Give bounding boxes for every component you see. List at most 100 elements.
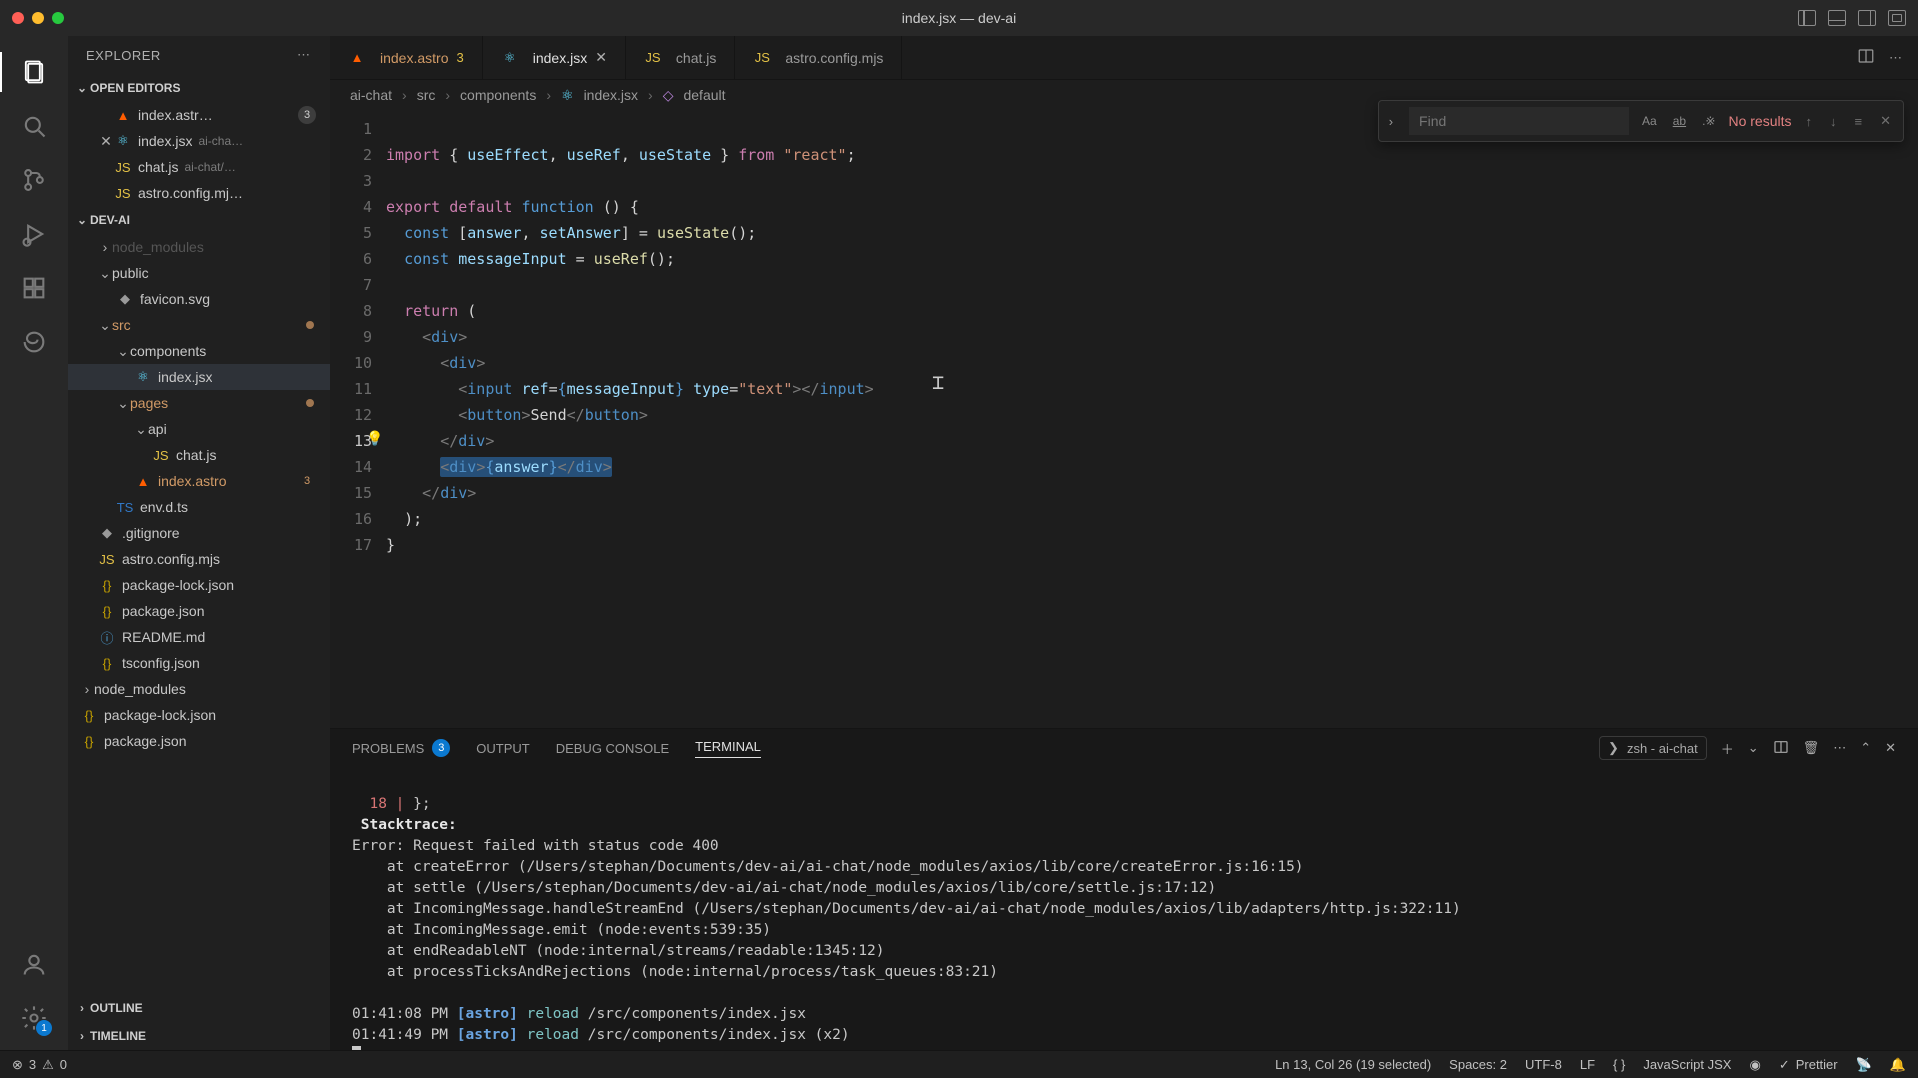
kill-terminal-icon[interactable]: 🗑 — [1803, 740, 1820, 756]
tree-item-file[interactable]: ▲ index.astro 3 — [68, 468, 330, 494]
close-tab-icon[interactable]: ✕ — [595, 49, 607, 66]
section-timeline[interactable]: › TIMELINE — [68, 1022, 330, 1050]
tree-item-file[interactable]: {} tsconfig.json — [68, 650, 330, 676]
tree-item-file[interactable]: JS chat.js — [68, 442, 330, 468]
tree-item-file[interactable]: ◆ .gitignore — [68, 520, 330, 546]
close-editor-icon[interactable]: ✕ — [98, 133, 114, 150]
tree-item-folder[interactable]: ⌄ api — [68, 416, 330, 442]
close-window-button[interactable] — [12, 12, 24, 24]
find-whole-word-toggle[interactable]: ab — [1670, 114, 1689, 128]
find-next-button[interactable]: ↓ — [1826, 114, 1841, 129]
open-editor-item[interactable]: ▲ index.astr… 3 — [68, 102, 330, 128]
status-encoding[interactable]: UTF-8 — [1525, 1057, 1562, 1072]
status-indent[interactable]: Spaces: 2 — [1449, 1057, 1507, 1072]
layout-sidebar-left-icon[interactable] — [1798, 10, 1816, 26]
find-input[interactable] — [1409, 107, 1629, 135]
activity-search[interactable] — [10, 102, 58, 150]
tab-index-astro[interactable]: ▲ index.astro 3 — [330, 36, 483, 79]
tree-item-folder[interactable]: ⌄ public — [68, 260, 330, 286]
activity-settings[interactable]: 1 — [10, 994, 58, 1042]
status-language-braces[interactable]: { } — [1613, 1057, 1625, 1072]
find-regex-toggle[interactable]: .※ — [1699, 114, 1718, 128]
tree-item-folder[interactable]: › node_modules — [68, 676, 330, 702]
panel-tab-terminal[interactable]: TERMINAL — [695, 739, 761, 758]
status-eol[interactable]: LF — [1580, 1057, 1595, 1072]
sidebar-more-icon[interactable]: ⋯ — [297, 47, 312, 63]
tab-index-jsx[interactable]: ⚛ index.jsx ✕ — [483, 36, 626, 79]
tab-problems-count: 3 — [456, 50, 463, 65]
tree-item-file[interactable]: {} package.json — [68, 598, 330, 624]
tab-astro-config[interactable]: JS astro.config.mjs — [735, 36, 902, 79]
activity-edge[interactable] — [10, 318, 58, 366]
tree-item-file[interactable]: {} package-lock.json — [68, 572, 330, 598]
panel-tab-output[interactable]: OUTPUT — [476, 741, 529, 756]
find-expand-toggle[interactable]: › — [1383, 114, 1399, 129]
tree-item-file[interactable]: ◆ favicon.svg — [68, 286, 330, 312]
activity-accounts[interactable] — [10, 940, 58, 988]
section-open-editors[interactable]: ⌄ OPEN EDITORS — [68, 74, 330, 102]
status-prettier[interactable]: Prettier — [1779, 1057, 1838, 1073]
tree-item-file[interactable]: JS astro.config.mjs — [68, 546, 330, 572]
activity-source-control[interactable] — [10, 156, 58, 204]
find-close-button[interactable]: ✕ — [1876, 113, 1895, 129]
split-editor-icon[interactable] — [1857, 47, 1875, 68]
panel-more-icon[interactable]: ⋯ — [1833, 740, 1846, 756]
tree-item-folder[interactable]: ⌄ pages — [68, 390, 330, 416]
panel-tab-debug-console[interactable]: DEBUG CONSOLE — [556, 741, 669, 756]
tree-item-file[interactable]: {} package-lock.json — [68, 702, 330, 728]
panel-tab-problems[interactable]: PROBLEMS 3 — [352, 739, 450, 757]
tree-item-file[interactable]: TS env.d.ts — [68, 494, 330, 520]
new-terminal-button[interactable]: ＋ — [1721, 739, 1734, 758]
status-language[interactable]: JavaScript JSX — [1643, 1057, 1731, 1072]
split-terminal-icon[interactable] — [1773, 739, 1789, 758]
activity-explorer[interactable] — [10, 48, 58, 96]
section-project[interactable]: ⌄ DEV-AI — [68, 206, 330, 234]
status-bell-icon[interactable]: 🔔 — [1890, 1057, 1906, 1073]
breadcrumb-segment[interactable]: ai-chat — [350, 87, 392, 103]
status-cursor-position[interactable]: Ln 13, Col 26 (19 selected) — [1275, 1057, 1431, 1072]
tree-item-file[interactable]: ⚛ index.jsx — [68, 364, 330, 390]
tree-item-file[interactable]: ⓘ README.md — [68, 624, 330, 650]
open-editor-item[interactable]: JS chat.js ai-chat/… — [68, 154, 330, 180]
breadcrumb-segment[interactable]: components — [460, 87, 536, 103]
open-editor-item[interactable]: ✕ ⚛ index.jsx ai-cha… — [68, 128, 330, 154]
maximize-window-button[interactable] — [52, 12, 64, 24]
more-tabs-icon[interactable]: ⋯ — [1889, 50, 1902, 66]
breadcrumb-segment[interactable]: default — [683, 87, 725, 103]
find-selection-toggle[interactable]: ≡ — [1851, 114, 1867, 129]
layout-panel-icon[interactable] — [1828, 10, 1846, 26]
astro-file-icon: ▲ — [348, 50, 366, 65]
open-editor-item[interactable]: JS astro.config.mj… — [68, 180, 330, 206]
tree-item-folder[interactable]: › node_modules — [68, 234, 330, 260]
tree-item-folder[interactable]: ⌄ src — [68, 312, 330, 338]
status-feedback-icon[interactable]: 📡 — [1856, 1057, 1872, 1073]
terminal-output[interactable]: 18 | }; Stacktrace: Error: Request faile… — [330, 767, 1918, 1050]
file-name-label: index.astro — [158, 473, 226, 489]
code-area[interactable]: import { useEffect, useRef, useState } f… — [386, 110, 1918, 728]
breadcrumb-segment[interactable]: src — [417, 87, 436, 103]
file-name-label: package-lock.json — [104, 707, 216, 723]
layout-sidebar-right-icon[interactable] — [1858, 10, 1876, 26]
tab-chat-js[interactable]: JS chat.js — [626, 36, 735, 79]
lightbulb-icon[interactable]: 💡 — [366, 430, 383, 447]
find-prev-button[interactable]: ↑ — [1802, 114, 1817, 129]
tree-item-file[interactable]: {} package.json — [68, 728, 330, 754]
terminal-dropdown-icon[interactable]: ⌄ — [1748, 740, 1759, 756]
section-outline[interactable]: › OUTLINE — [68, 994, 330, 1022]
customize-layout-icon[interactable] — [1888, 10, 1906, 26]
problems-count-badge: 3 — [432, 739, 450, 757]
tree-item-folder[interactable]: ⌄ components — [68, 338, 330, 364]
activity-extensions[interactable] — [10, 264, 58, 312]
minimize-window-button[interactable] — [32, 12, 44, 24]
status-radio-icon[interactable]: ◉ — [1749, 1057, 1760, 1073]
breadcrumb-segment[interactable]: index.jsx — [584, 87, 638, 103]
status-errors[interactable]: ⊗3 ⚠0 — [12, 1057, 67, 1073]
maximize-panel-icon[interactable]: ⌃ — [1860, 740, 1871, 756]
editor-body[interactable]: 123 456 789 101112 1314 151617 import { … — [330, 110, 1918, 728]
activity-run-debug[interactable] — [10, 210, 58, 258]
folder-name-label: pages — [130, 395, 168, 411]
find-match-case-toggle[interactable]: Aa — [1639, 114, 1660, 128]
json-file-icon: {} — [98, 578, 116, 593]
close-panel-icon[interactable]: ✕ — [1885, 740, 1896, 756]
terminal-selector[interactable]: ❯ zsh - ai-chat — [1599, 736, 1707, 760]
